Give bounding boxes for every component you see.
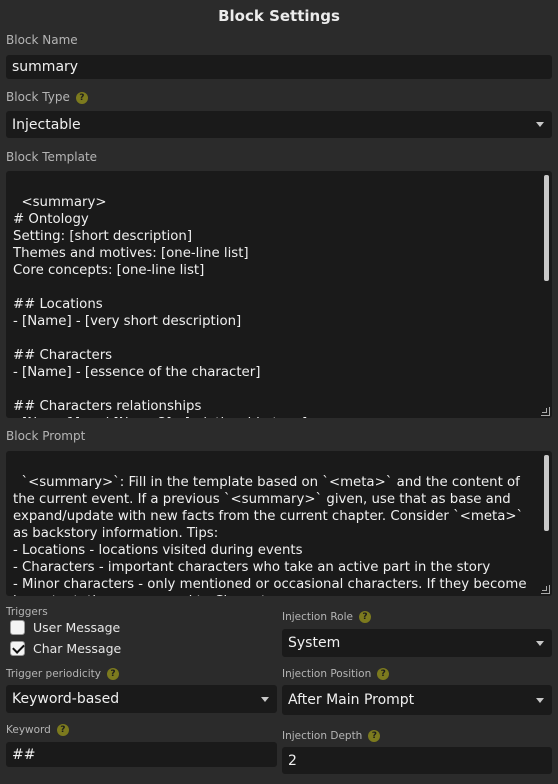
help-icon[interactable]: ? — [56, 724, 69, 736]
injection-position-label: Injection Position — [282, 668, 372, 680]
block-prompt-text: `<summary>`: Fill in the template based … — [13, 475, 527, 596]
injection-depth-label: Injection Depth — [282, 730, 363, 742]
injection-position-select[interactable]: After Main Prompt — [282, 685, 552, 715]
help-icon[interactable]: ? — [358, 611, 371, 623]
injection-role-label-row: Injection Role? — [282, 611, 371, 623]
trigger-periodicity-select[interactable]: Keyword-based — [6, 685, 277, 713]
injection-depth-input[interactable]: 2 — [282, 747, 552, 774]
char-message-checkbox[interactable] — [10, 641, 25, 656]
injection-depth-value: 2 — [288, 752, 297, 769]
block-template-label: Block Template — [6, 150, 98, 164]
block-type-value: Injectable — [12, 116, 81, 133]
trigger-periodicity-label-row: Trigger periodicity? — [6, 668, 119, 680]
resize-handle-icon[interactable] — [541, 407, 550, 416]
keyword-value: ## — [12, 746, 36, 763]
block-prompt-label: Block Prompt — [6, 429, 86, 443]
keyword-label-row: Keyword? — [6, 724, 69, 736]
user-message-label: User Message — [33, 620, 121, 635]
keyword-input[interactable]: ## — [6, 742, 277, 767]
block-name-input[interactable]: summary — [6, 55, 552, 79]
help-icon[interactable]: ? — [377, 668, 390, 680]
panel-title: Block Settings — [218, 7, 340, 25]
caret-down-icon — [536, 122, 544, 127]
user-message-checkbox[interactable] — [10, 620, 25, 635]
injection-role-select[interactable]: System — [282, 629, 552, 657]
block-prompt-textarea[interactable]: `<summary>`: Fill in the template based … — [6, 451, 552, 596]
trigger-periodicity-value: Keyword-based — [12, 691, 120, 707]
prompt-scrollbar[interactable] — [544, 455, 549, 531]
block-template-textarea[interactable]: <summary> # Ontology Setting: [short des… — [6, 171, 552, 418]
injection-depth-label-row: Injection Depth? — [282, 730, 381, 742]
trigger-periodicity-label: Trigger periodicity — [6, 668, 101, 680]
injection-position-label-row: Injection Position? — [282, 668, 390, 680]
injection-position-value: After Main Prompt — [288, 692, 415, 708]
char-message-label: Char Message — [33, 641, 122, 656]
keyword-label: Keyword — [6, 724, 51, 736]
block-type-label-row: Block Type? — [6, 90, 88, 104]
resize-handle-icon[interactable] — [541, 585, 550, 594]
block-type-select[interactable]: Injectable — [6, 111, 552, 138]
trigger-char-message[interactable]: Char Message — [10, 641, 121, 656]
trigger-user-message[interactable]: User Message — [10, 620, 120, 635]
help-icon[interactable]: ? — [75, 91, 88, 104]
block-name-label: Block Name — [6, 33, 78, 47]
block-type-label: Block Type — [6, 90, 70, 104]
template-scrollbar[interactable] — [544, 175, 549, 281]
injection-role-value: System — [288, 635, 341, 651]
caret-down-icon — [536, 640, 544, 646]
help-icon[interactable]: ? — [106, 668, 119, 680]
triggers-label: Triggers — [6, 606, 48, 618]
block-template-text: <summary> # Ontology Setting: [short des… — [13, 195, 307, 418]
caret-down-icon — [261, 696, 269, 702]
block-name-value: summary — [12, 59, 79, 75]
caret-down-icon — [536, 697, 544, 703]
injection-role-label: Injection Role — [282, 611, 353, 623]
help-icon[interactable]: ? — [368, 730, 381, 742]
